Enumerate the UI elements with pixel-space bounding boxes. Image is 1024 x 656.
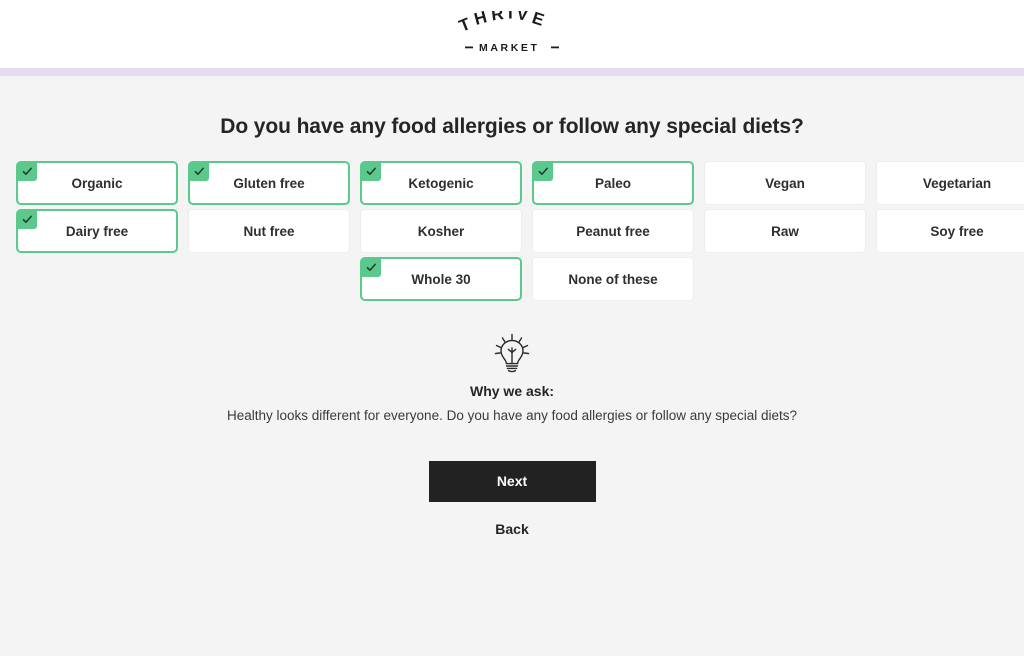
check-icon <box>17 210 37 229</box>
option-none-of-these[interactable]: None of these <box>532 257 694 301</box>
option-vegan[interactable]: Vegan <box>704 161 866 205</box>
form-actions: Next Back <box>0 461 1024 537</box>
option-whole-30[interactable]: Whole 30 <box>360 257 522 301</box>
option-label: Vegetarian <box>922 175 992 191</box>
option-vegetarian[interactable]: Vegetarian <box>876 161 1024 205</box>
onboarding-progress-bar <box>0 68 1024 76</box>
svg-text:I: I <box>508 11 513 23</box>
option-label: Whole 30 <box>411 271 471 287</box>
svg-text:V: V <box>515 11 530 25</box>
check-icon <box>17 162 37 181</box>
why-we-ask-section: Why we ask: Healthy looks different for … <box>0 332 1024 423</box>
option-dairy-free[interactable]: Dairy free <box>16 209 178 253</box>
why-we-ask-heading: Why we ask: <box>469 383 555 399</box>
svg-text:MARKET: MARKET <box>479 42 540 54</box>
option-label: Soy free <box>930 223 984 239</box>
next-button[interactable]: Next <box>428 461 596 502</box>
option-peanut-free[interactable]: Peanut free <box>532 209 694 253</box>
option-paleo[interactable]: Paleo <box>532 161 694 205</box>
option-organic[interactable]: Organic <box>16 161 178 205</box>
option-label: Raw <box>771 223 799 239</box>
thrive-market-logo[interactable]: T H R I V E MARKET <box>451 11 573 57</box>
diet-options-grid: Organic Gluten free Ketogenic Paleo Vegan Veg… <box>16 161 1024 301</box>
option-label: Kosher <box>417 223 465 239</box>
svg-text:E: E <box>530 11 547 30</box>
progress-fill <box>0 68 1024 76</box>
check-icon <box>361 162 381 181</box>
option-nut-free[interactable]: Nut free <box>188 209 350 253</box>
check-icon <box>189 162 209 181</box>
lightbulb-icon <box>492 332 532 374</box>
option-kosher[interactable]: Kosher <box>360 209 522 253</box>
option-label: Ketogenic <box>408 175 474 191</box>
svg-text:R: R <box>490 11 505 24</box>
option-label: Peanut free <box>576 223 650 239</box>
svg-text:H: H <box>472 11 489 29</box>
option-label: Vegan <box>765 175 805 191</box>
option-gluten-free[interactable]: Gluten free <box>188 161 350 205</box>
check-icon <box>361 258 381 277</box>
option-ketogenic[interactable]: Ketogenic <box>360 161 522 205</box>
why-we-ask-body: Healthy looks different for everyone. Do… <box>226 408 798 423</box>
thrive-market-logo-mark: T H R I V E MARKET <box>456 11 559 54</box>
svg-text:T: T <box>456 14 473 36</box>
option-soy-free[interactable]: Soy free <box>876 209 1024 253</box>
check-icon <box>533 162 553 181</box>
option-raw[interactable]: Raw <box>704 209 866 253</box>
back-link[interactable]: Back <box>0 521 1024 537</box>
option-label: Dairy free <box>65 223 129 239</box>
page-title: Do you have any food allergies or follow… <box>220 115 804 138</box>
option-label: Nut free <box>243 223 295 239</box>
site-header: T H R I V E MARKET <box>0 0 1024 68</box>
main-content: Do you have any food allergies or follow… <box>0 76 1024 537</box>
option-label: Organic <box>71 175 123 191</box>
option-label: Paleo <box>594 175 632 191</box>
option-label: None of these <box>568 271 658 287</box>
option-label: Gluten free <box>233 175 305 191</box>
